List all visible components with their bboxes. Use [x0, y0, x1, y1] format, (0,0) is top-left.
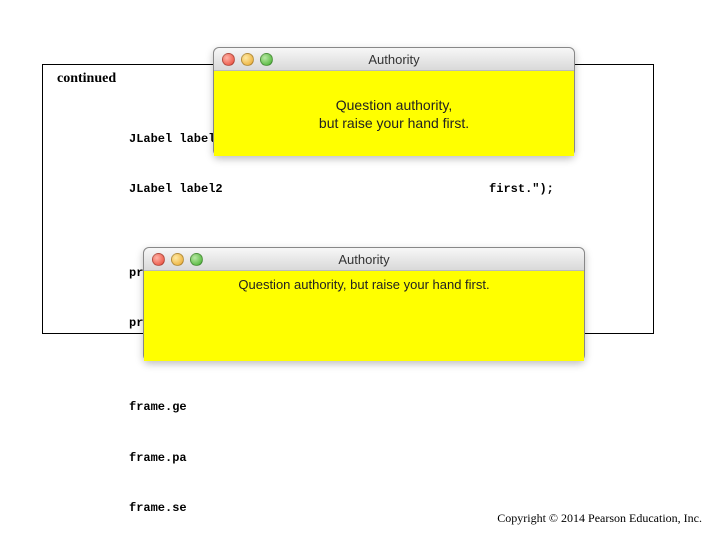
window-titlebar: Authority: [144, 248, 584, 271]
code-line: JLabel label2 first.");: [57, 181, 639, 198]
window-content-panel: Question authority, but raise your hand …: [144, 271, 584, 361]
code-line: frame.ge: [57, 399, 639, 416]
copyright-text: Copyright © 2014 Pearson Education, Inc.: [497, 511, 702, 526]
window-title: Authority: [144, 252, 584, 267]
window-content-panel: Question authority, but raise your hand …: [214, 71, 574, 156]
window-titlebar: Authority: [214, 48, 574, 71]
label-text: but raise your hand first.: [319, 115, 469, 131]
label-text: Question authority,: [336, 97, 452, 113]
code-line: frame.pa: [57, 450, 639, 467]
label-text: Question authority, but raise your hand …: [238, 277, 489, 292]
authority-window-wide: Authority Question authority, but raise …: [143, 247, 585, 361]
window-title: Authority: [214, 52, 574, 67]
authority-window-small: Authority Question authority, but raise …: [213, 47, 575, 156]
